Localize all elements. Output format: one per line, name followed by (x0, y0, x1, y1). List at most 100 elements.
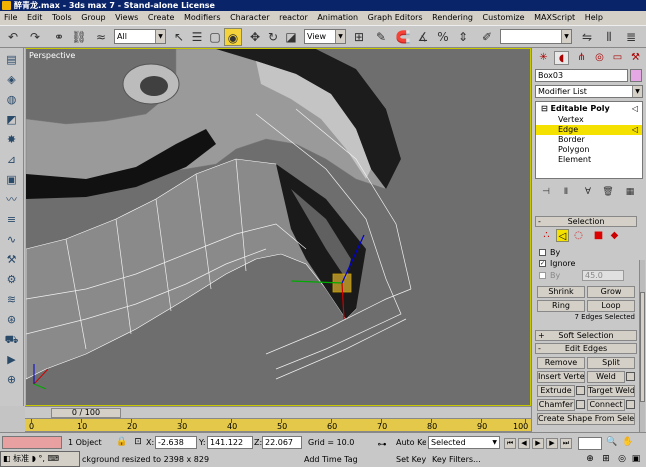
perspective-viewport[interactable]: Perspective (25, 48, 531, 406)
menu-edit[interactable]: Edit (23, 11, 46, 25)
menu-group[interactable]: Group (77, 11, 108, 25)
next-frame-icon[interactable]: ▶ (546, 438, 558, 449)
stack-item-edge[interactable]: Edge ◁ (536, 125, 642, 135)
menu-file[interactable]: File (0, 11, 20, 25)
create-tab-icon[interactable]: ✳ (536, 51, 551, 65)
menu-tools[interactable]: Tools (48, 11, 75, 25)
by-vertex-checkbox[interactable] (539, 249, 546, 256)
utilities-tab-icon[interactable]: ⚒ (628, 51, 643, 65)
key-mode-icon[interactable]: ⊶ (372, 439, 392, 452)
configure-sets-icon[interactable]: ▦ (623, 185, 637, 199)
rope-icon[interactable]: 〰 (3, 192, 20, 208)
layers-icon[interactable]: ▤ (3, 52, 20, 68)
align-icon[interactable]: ⫴ (600, 28, 618, 46)
make-unique-icon[interactable]: ∀ (581, 185, 595, 199)
named-selection-set-dropdown[interactable]: ▼ (500, 29, 572, 44)
select-object-icon[interactable]: ↖ (170, 28, 188, 46)
polygon-mode-icon[interactable]: ■ (592, 229, 605, 242)
grow-button[interactable]: Grow (587, 286, 635, 298)
object-name-field[interactable]: Box03 (535, 69, 628, 82)
window-crossing-icon[interactable]: ◉ (224, 28, 242, 46)
menu-animation[interactable]: Animation (313, 11, 361, 25)
ignore-backfacing-checkbox[interactable]: ✓ (539, 260, 546, 267)
menu-maxscript[interactable]: MAXScript (530, 11, 578, 25)
menu-customize[interactable]: Customize (479, 11, 528, 25)
hierarchy-tab-icon[interactable]: ⋔ (574, 51, 589, 65)
stack-icon[interactable]: ≡ (3, 212, 20, 228)
track-bar[interactable]: 0 10 20 30 40 50 60 70 80 90 100 (25, 418, 531, 432)
goto-start-icon[interactable]: ⏮ (504, 438, 516, 449)
ime-punct-icon[interactable]: °, (38, 454, 45, 463)
select-manipulate-icon[interactable]: ✎ (372, 28, 390, 46)
command-panel-scrollbar[interactable] (639, 260, 645, 432)
pin-stack-icon[interactable]: ⊣ (539, 185, 553, 199)
target-weld-button[interactable]: Target Weld (587, 385, 635, 397)
angle-snap-icon[interactable]: ∡ (414, 28, 432, 46)
menu-rendering[interactable]: Rendering (428, 11, 476, 25)
reactor-icon[interactable]: ◈ (3, 72, 20, 88)
scale-icon[interactable]: ◪ (282, 28, 300, 46)
stack-item-editable-poly[interactable]: ⊟ Editable Poly ◁ (536, 104, 642, 114)
select-by-name-icon[interactable]: ☰ (188, 28, 206, 46)
spring-icon[interactable]: ∿ (3, 232, 20, 248)
edit-edges-rollout-header[interactable]: - Edit Edges (535, 343, 637, 354)
menu-help[interactable]: Help (581, 11, 606, 25)
connect-settings-icon[interactable] (626, 400, 635, 409)
shrink-button[interactable]: Shrink (537, 286, 585, 298)
add-time-tag[interactable]: Add Time Tag (304, 453, 364, 466)
named-selection-icon[interactable]: ✐ (478, 28, 496, 46)
menu-views[interactable]: Views (111, 11, 141, 25)
ime-halfwidth-icon[interactable]: ◗ (32, 454, 36, 463)
x-coord-field[interactable]: -2.638 (155, 436, 197, 449)
maximize-viewport-icon[interactable]: ▣ (630, 453, 642, 466)
mirror-icon[interactable]: ⇋ (578, 28, 596, 46)
reference-coord-dropdown[interactable]: View ▼ (304, 29, 346, 44)
bind-spacewarp-icon[interactable]: ≈ (92, 28, 110, 46)
vertex-mode-icon[interactable]: ∴ (540, 229, 553, 242)
motor-icon[interactable]: ⊛ (3, 312, 20, 328)
redo-icon[interactable]: ↷ (26, 28, 44, 46)
edge-mode-icon[interactable]: ◁ (556, 229, 569, 242)
split-button[interactable]: Split (587, 357, 635, 369)
menu-create[interactable]: Create (144, 11, 178, 25)
menu-modifiers[interactable]: Modifiers (180, 11, 224, 25)
percent-snap-icon[interactable]: % (434, 28, 452, 46)
viewport-label[interactable]: Perspective (29, 51, 75, 60)
menu-character[interactable]: Character (226, 11, 273, 25)
z-coord-field[interactable]: 22.067 (262, 436, 302, 449)
unlink-icon[interactable]: ⛓ (70, 28, 88, 46)
weld-settings-icon[interactable] (626, 372, 635, 381)
box-icon[interactable]: ▣ (3, 172, 20, 188)
maxscript-listener-mini[interactable] (2, 436, 62, 449)
set-key-button[interactable]: Set Key (396, 453, 426, 466)
zoom-all-icon[interactable]: ⊕ (584, 453, 596, 466)
play-icon[interactable]: ▶ (532, 438, 544, 449)
prev-frame-icon[interactable]: ◀ (518, 438, 530, 449)
analyze-icon[interactable]: ⊕ (3, 372, 20, 388)
soft-selection-rollout-header[interactable]: + Soft Selection (535, 330, 637, 341)
preview-icon[interactable]: ▶ (3, 352, 20, 368)
angle-spinner[interactable]: 45.0 (582, 270, 624, 281)
key-filters-button[interactable]: Key Filters... (432, 453, 500, 466)
spinner-snap-icon[interactable]: ⇕ (454, 28, 472, 46)
ime-keyboard-icon[interactable]: ⌨ (48, 454, 60, 463)
wind-icon[interactable]: ≋ (3, 292, 20, 308)
ring-button[interactable]: Ring (537, 300, 585, 312)
zoom-icon[interactable]: 🔍 (606, 436, 618, 449)
menu-reactor[interactable]: reactor (275, 11, 311, 25)
by-angle-checkbox[interactable] (539, 272, 546, 279)
lock-icon[interactable]: 🔒 (116, 436, 127, 449)
stack-item-vertex[interactable]: Vertex (536, 115, 642, 125)
chamfer-button[interactable]: Chamfer (537, 399, 575, 411)
rect-selection-icon[interactable]: ▢ (206, 28, 224, 46)
time-slider[interactable]: 0 / 100 (51, 408, 121, 418)
snap-toggle-icon[interactable]: 🧲 (394, 28, 412, 46)
absolute-mode-icon[interactable]: ⊡ (132, 436, 144, 449)
stack-item-element[interactable]: Element (536, 155, 642, 165)
layer-manager-icon[interactable]: ≣ (622, 28, 640, 46)
show-end-result-icon[interactable]: Ⅱ (559, 185, 573, 199)
pivot-center-icon[interactable]: ⊞ (350, 28, 368, 46)
toy-car-icon[interactable]: ⛟ (3, 332, 20, 348)
hinge-icon[interactable]: ⚙ (3, 272, 20, 288)
y-coord-field[interactable]: 141.122 (207, 436, 253, 449)
